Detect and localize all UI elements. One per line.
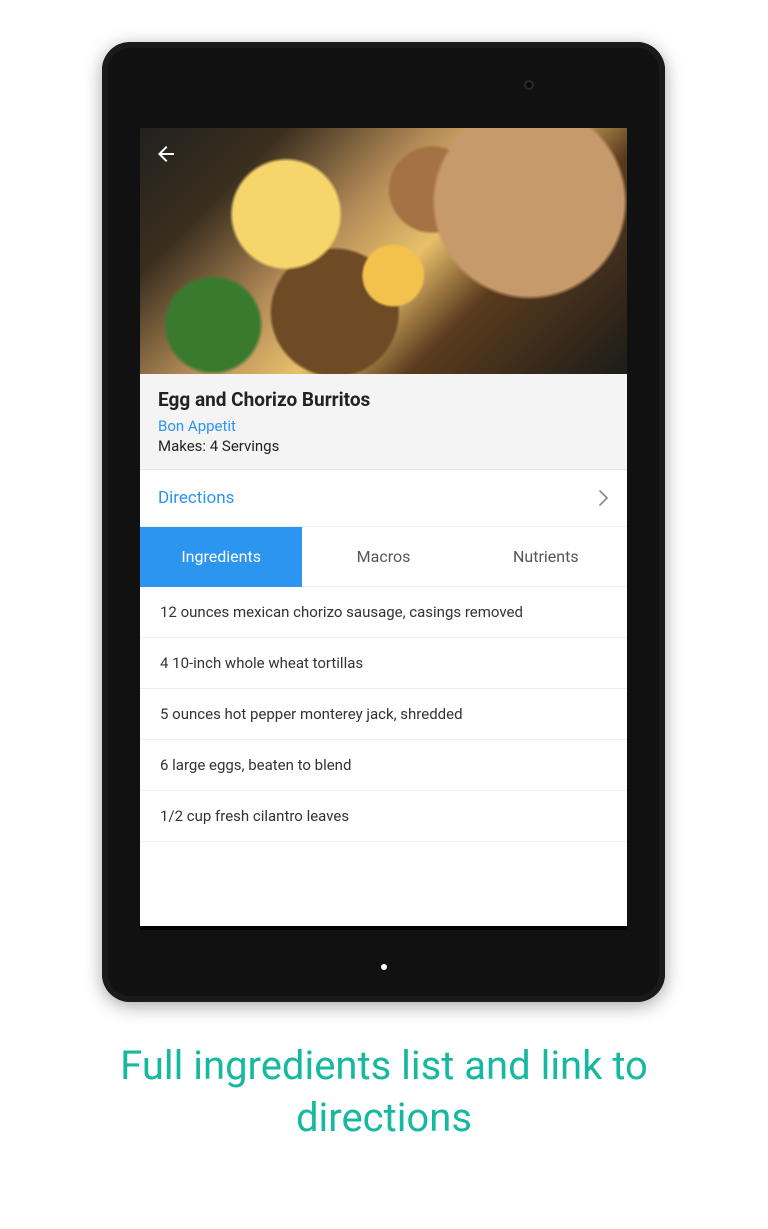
- directions-label: Directions: [158, 488, 234, 508]
- marketing-caption: Full ingredients list and link to direct…: [0, 1040, 768, 1144]
- recipe-hero-image: [140, 128, 627, 374]
- back-arrow-icon: [154, 142, 178, 166]
- recipe-app: Egg and Chorizo Burritos Bon Appetit Mak…: [140, 128, 627, 930]
- list-item: 1/2 cup fresh cilantro leaves: [140, 791, 627, 842]
- tab-ingredients[interactable]: Ingredients: [140, 527, 302, 587]
- camera-dot: [524, 80, 534, 90]
- tab-macros[interactable]: Macros: [302, 527, 464, 587]
- device-screen: Egg and Chorizo Burritos Bon Appetit Mak…: [140, 128, 627, 930]
- directions-link[interactable]: Directions: [140, 470, 627, 527]
- recipe-servings: Makes: 4 Servings: [158, 437, 609, 455]
- home-indicator: [381, 964, 387, 970]
- chevron-right-icon: [599, 490, 609, 506]
- tablet-frame: Egg and Chorizo Burritos Bon Appetit Mak…: [102, 42, 665, 1002]
- list-item: 6 large eggs, beaten to blend: [140, 740, 627, 791]
- recipe-source-link[interactable]: Bon Appetit: [158, 417, 609, 435]
- tab-bar: Ingredients Macros Nutrients: [140, 527, 627, 587]
- system-nav-bar: [140, 926, 627, 930]
- list-item: 4 10-inch whole wheat tortillas: [140, 638, 627, 689]
- list-item: 12 ounces mexican chorizo sausage, casin…: [140, 587, 627, 638]
- ingredients-list[interactable]: 12 ounces mexican chorizo sausage, casin…: [140, 587, 627, 926]
- tab-nutrients[interactable]: Nutrients: [465, 527, 627, 587]
- back-button[interactable]: [152, 140, 180, 168]
- recipe-header: Egg and Chorizo Burritos Bon Appetit Mak…: [140, 374, 627, 470]
- recipe-title: Egg and Chorizo Burritos: [158, 388, 609, 411]
- list-item: 5 ounces hot pepper monterey jack, shred…: [140, 689, 627, 740]
